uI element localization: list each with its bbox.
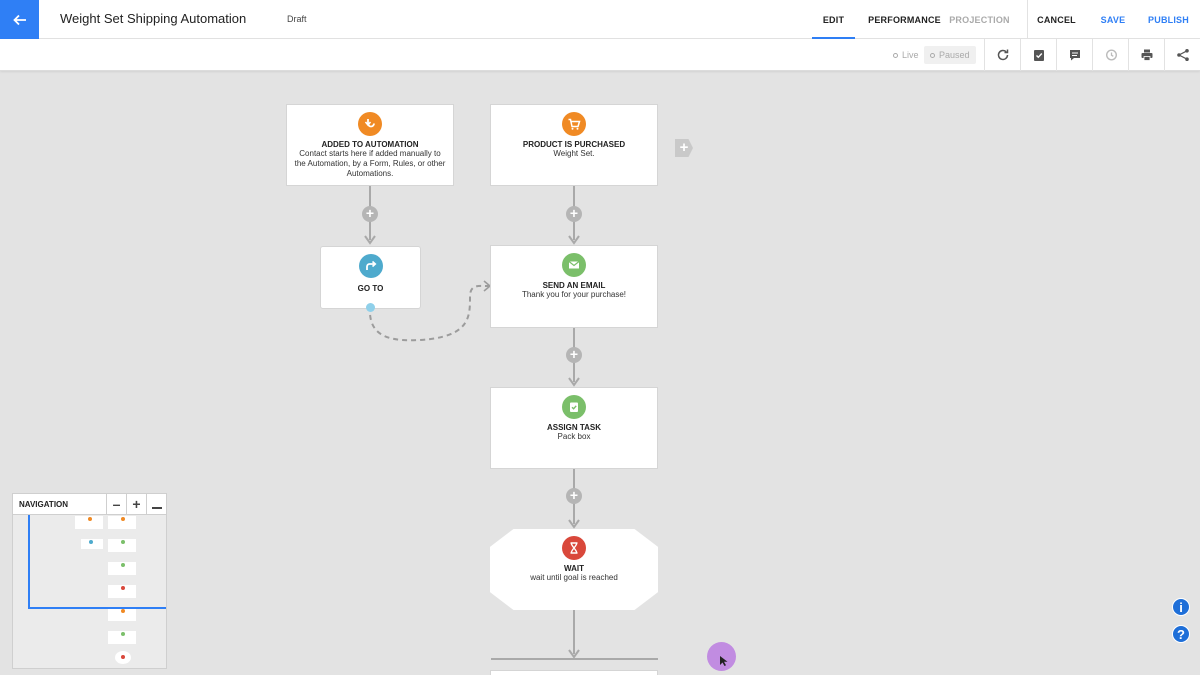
tab-projection[interactable]: PROJECTION bbox=[943, 0, 1016, 39]
node-title: SEND AN EMAIL bbox=[542, 281, 606, 290]
node-title: GO TO bbox=[357, 284, 384, 293]
mouse-pointer-icon bbox=[720, 656, 728, 666]
navigation-title: NAVIGATION bbox=[19, 499, 69, 509]
navigation-panel: NAVIGATION – + bbox=[12, 493, 167, 669]
node-title: ASSIGN TASK bbox=[546, 423, 602, 432]
page-title: Weight Set Shipping Automation bbox=[60, 11, 247, 26]
save-button[interactable]: SAVE bbox=[1085, 0, 1141, 39]
top-bar: Weight Set Shipping Automation Draft EDI… bbox=[0, 0, 1200, 40]
refresh-button[interactable] bbox=[984, 39, 1020, 71]
checklist-button[interactable] bbox=[1020, 39, 1056, 71]
node-title: WAIT bbox=[564, 564, 584, 573]
connector-handle[interactable] bbox=[366, 303, 375, 312]
node-next-partial[interactable] bbox=[490, 670, 658, 675]
add-step-button[interactable]: + bbox=[566, 206, 582, 222]
minimap[interactable] bbox=[13, 515, 166, 668]
node-send-email[interactable]: SEND AN EMAIL Thank you for your purchas… bbox=[490, 245, 658, 328]
info-button[interactable]: i bbox=[1172, 598, 1190, 616]
clipboard-check-icon bbox=[562, 395, 586, 419]
refresh-icon bbox=[997, 49, 1008, 61]
node-title: ADDED TO AUTOMATION bbox=[321, 140, 419, 149]
shopping-cart-icon bbox=[562, 112, 586, 136]
node-added-to-automation[interactable]: ADDED TO AUTOMATION Contact starts here … bbox=[286, 104, 454, 186]
radio-dot-icon bbox=[930, 52, 935, 58]
share-icon bbox=[1176, 49, 1189, 61]
publish-button[interactable]: PUBLISH bbox=[1141, 0, 1196, 39]
node-wait[interactable]: WAIT wait until goal is reached bbox=[490, 529, 658, 610]
minimize-button[interactable] bbox=[146, 493, 166, 515]
automation-canvas[interactable]: + + + + + ADDED TO AUTOMATION Contact st… bbox=[0, 72, 1200, 675]
cursor-highlight bbox=[707, 642, 736, 671]
tab-performance[interactable]: PERFORMANCE bbox=[868, 0, 941, 39]
zoom-out-button[interactable]: – bbox=[106, 493, 126, 515]
node-description: Thank you for your purchase! bbox=[521, 290, 627, 299]
node-go-to[interactable]: GO TO bbox=[320, 246, 421, 312]
printer-icon bbox=[1141, 49, 1152, 61]
radio-dot-icon bbox=[893, 52, 898, 58]
share-button[interactable] bbox=[1164, 39, 1200, 71]
entry-arrow-icon bbox=[358, 112, 382, 136]
top-nav: EDIT PERFORMANCE PROJECTION CANCEL SAVE … bbox=[812, 0, 1200, 40]
mini-dot bbox=[121, 655, 125, 659]
help-button[interactable]: ? bbox=[1172, 625, 1190, 643]
add-step-button[interactable]: + bbox=[566, 347, 582, 363]
zoom-in-button[interactable]: + bbox=[126, 493, 146, 515]
node-description: wait until goal is reached bbox=[530, 573, 618, 582]
node-product-purchased[interactable]: PRODUCT IS PURCHASED Weight Set. bbox=[490, 104, 658, 186]
add-step-button[interactable]: + bbox=[362, 206, 378, 222]
node-description: Contact starts here if added manually to… bbox=[294, 149, 446, 178]
history-icon bbox=[1105, 49, 1117, 61]
node-description: Weight Set. bbox=[553, 149, 595, 158]
live-label: Live bbox=[902, 50, 919, 60]
history-button[interactable] bbox=[1092, 39, 1128, 71]
minimap-viewport[interactable] bbox=[28, 515, 166, 609]
envelope-icon bbox=[562, 253, 586, 277]
node-title: PRODUCT IS PURCHASED bbox=[522, 140, 626, 149]
paused-toggle[interactable]: Paused bbox=[924, 46, 976, 64]
redirect-arrow-icon bbox=[358, 254, 383, 278]
paused-label: Paused bbox=[939, 50, 970, 60]
toolbar: Live Paused bbox=[0, 39, 1200, 71]
clipboard-check-icon bbox=[1033, 50, 1044, 61]
question-icon: ? bbox=[1177, 626, 1185, 642]
add-step-button[interactable]: + bbox=[566, 488, 582, 504]
tab-edit[interactable]: EDIT bbox=[812, 0, 855, 40]
navigation-header: NAVIGATION – + bbox=[13, 493, 166, 515]
arrow-left-icon bbox=[12, 14, 26, 25]
live-toggle[interactable]: Live bbox=[887, 46, 925, 64]
back-button[interactable] bbox=[0, 0, 39, 39]
print-button[interactable] bbox=[1128, 39, 1164, 71]
hourglass-icon bbox=[562, 536, 586, 560]
node-description: Pack box bbox=[557, 432, 591, 441]
comment-icon bbox=[1069, 50, 1080, 61]
status-label: Draft bbox=[287, 14, 307, 24]
minimize-icon bbox=[151, 507, 162, 509]
mini-dot bbox=[121, 632, 125, 636]
node-assign-task[interactable]: ASSIGN TASK Pack box bbox=[490, 387, 658, 469]
notes-button[interactable] bbox=[1056, 39, 1092, 71]
info-icon: i bbox=[1179, 599, 1183, 615]
cancel-button[interactable]: CANCEL bbox=[1027, 0, 1085, 39]
mini-dot bbox=[121, 609, 125, 613]
